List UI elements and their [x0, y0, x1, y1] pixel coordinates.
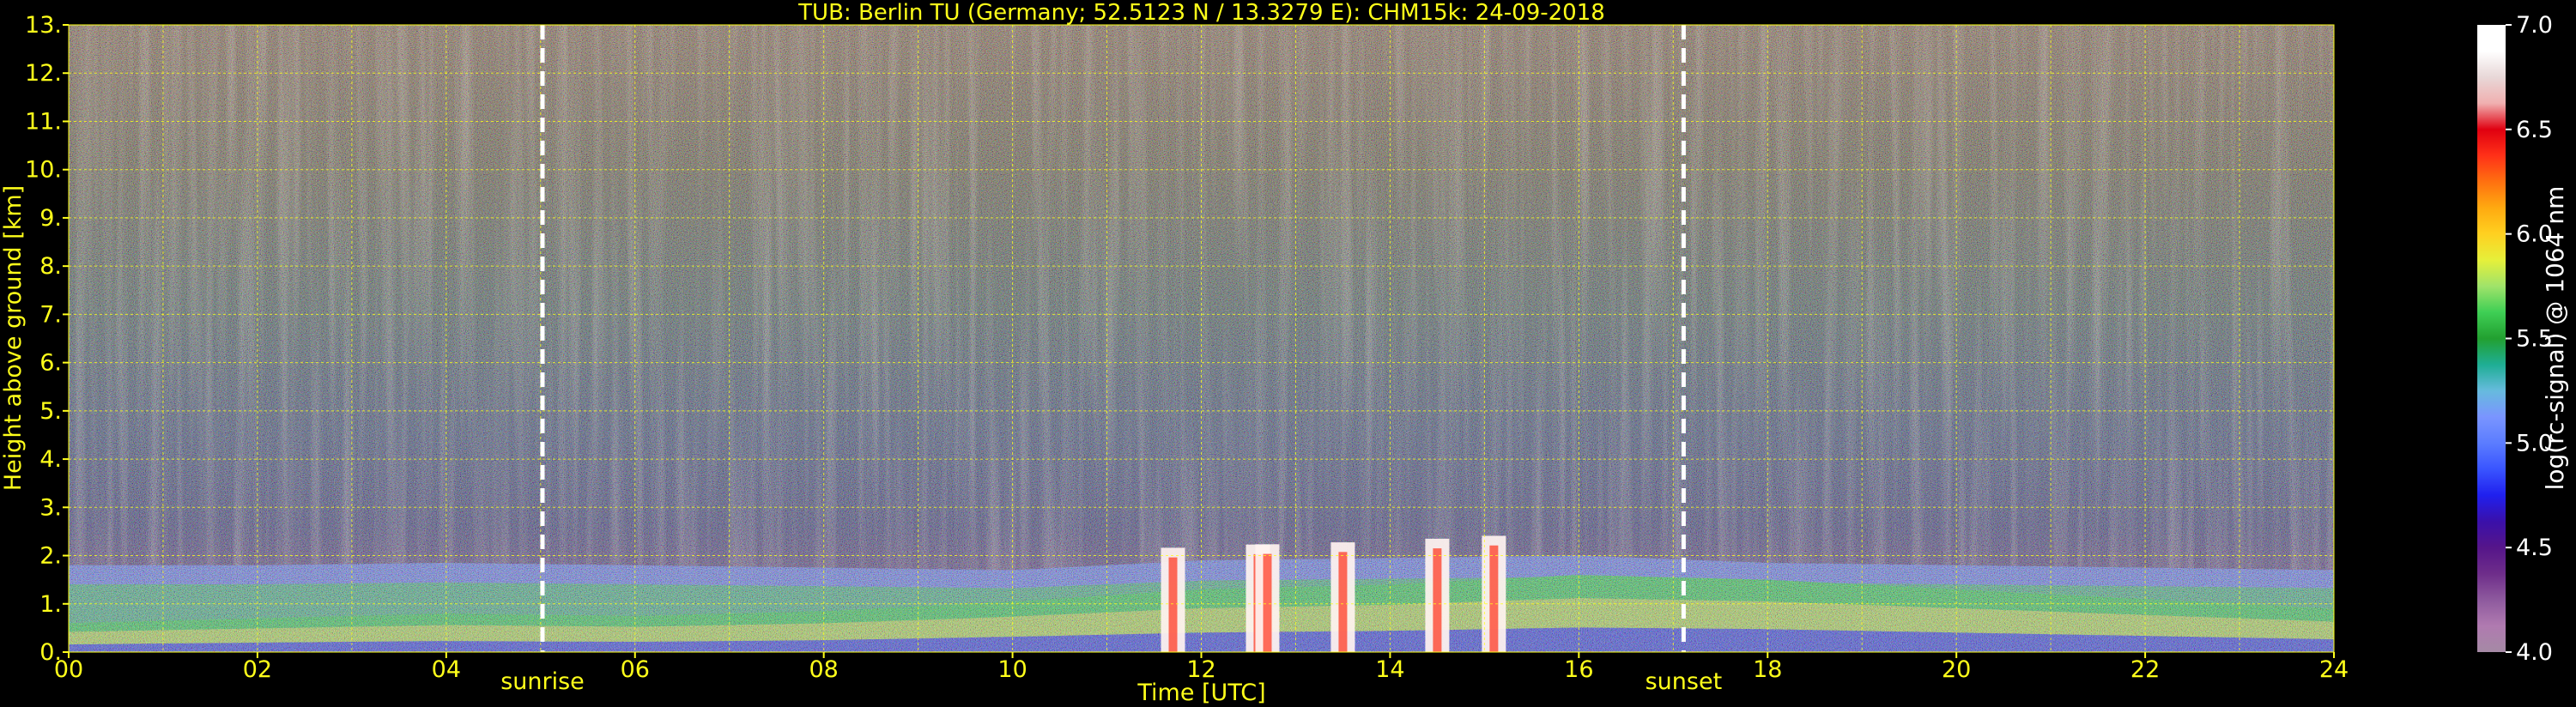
y-tick-label: 5.: [39, 398, 62, 425]
chart-title: TUB: Berlin TU (Germany; 52.5123 N / 13.…: [797, 0, 1605, 26]
y-tick-label: 2.: [39, 543, 62, 570]
colorbar-scale: [2477, 25, 2506, 652]
x-tick-label: 06: [621, 656, 650, 683]
y-tick-label: 4.: [39, 446, 62, 473]
colorbar-tick-label: 7.0: [2516, 12, 2553, 39]
colorbar-tick-label: 6.5: [2516, 117, 2553, 143]
x-axis-label: Time [UTC]: [1136, 680, 1265, 706]
x-tick-label: 18: [1753, 656, 1782, 683]
cloud-core: [1433, 548, 1442, 652]
x-tick-label: 20: [1942, 656, 1971, 683]
colorbar-tick-label: 4.5: [2516, 535, 2553, 561]
colorbar-tick-label: 4.0: [2516, 639, 2553, 666]
y-axis-ticks: 0. 1. 2. 3. 4. 5. 6. 7. 8. 9. 10. 11. 12. 13.: [25, 12, 69, 666]
colorbar: 4.04.55.05.56.06.57.0 log(rc-signal) @ 1…: [2477, 12, 2569, 666]
y-tick-label: 6.: [39, 350, 62, 377]
y-tick-label: 9.: [39, 205, 62, 232]
y-tick-label: 10.: [25, 157, 62, 184]
x-tick-label: 14: [1375, 656, 1404, 683]
colorbar-label: log(rc-signal) @ 1064 nm: [2541, 186, 2569, 491]
cloud-core: [1338, 552, 1348, 652]
x-tick-label: 02: [243, 656, 272, 683]
ceilometer-chart: sunrise sunset 00 02 04 06 08 10 12 14 16 18 20 22 24…: [0, 0, 2569, 706]
x-tick-label: 04: [432, 656, 461, 683]
y-tick-label: 13.: [25, 12, 62, 39]
x-tick-label: 22: [2131, 656, 2160, 683]
y-axis-label: Height above ground [km]: [0, 185, 27, 491]
sunrise-label: sunrise: [500, 668, 585, 695]
x-tick-label: 16: [1564, 656, 1593, 683]
x-tick-label: 08: [809, 656, 838, 683]
y-tick-label: 7.: [39, 301, 62, 328]
y-tick-label: 1.: [39, 591, 62, 618]
y-tick-label: 3.: [39, 494, 62, 521]
y-tick-label: 11.: [25, 108, 62, 135]
sunset-label: sunset: [1646, 668, 1723, 695]
y-tick-label: 8.: [39, 253, 62, 280]
cloud-core: [1489, 545, 1499, 652]
x-axis-ticks: 00 02 04 06 08 10 12 14 16 18 20 22 24: [54, 652, 2349, 683]
cloud-core: [1263, 553, 1272, 652]
y-tick-label: 12.: [25, 60, 62, 87]
cloud-core: [1168, 557, 1178, 652]
y-tick-label: 0.: [39, 639, 62, 666]
x-tick-label: 10: [997, 656, 1027, 683]
x-tick-label: 24: [2319, 656, 2349, 683]
